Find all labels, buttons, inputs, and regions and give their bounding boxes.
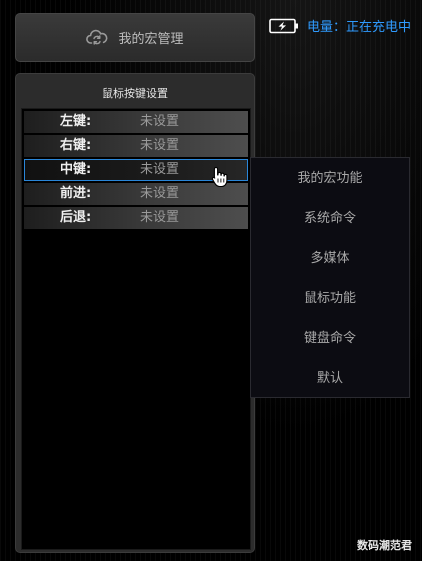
menu-item-mouse-functions[interactable]: 鼠标功能 <box>251 279 409 319</box>
menu-item-system-commands[interactable]: 系统命令 <box>251 199 409 239</box>
key-name: 前进: <box>60 186 92 201</box>
key-row-right-button[interactable]: 右键: 未设置 <box>24 135 248 157</box>
menu-item-default[interactable]: 默认 <box>251 359 409 399</box>
key-function-menu: 我的宏功能 系统命令 多媒体 鼠标功能 键盘命令 默认 <box>250 157 410 398</box>
my-macro-management-button[interactable]: 我的宏管理 <box>15 13 255 62</box>
key-name: 中键: <box>60 162 92 177</box>
key-value: 未设置 <box>140 138 180 153</box>
key-row-left-button[interactable]: 左键: 未设置 <box>24 111 248 133</box>
hand-pointer-icon <box>211 166 229 188</box>
key-name: 右键: <box>60 138 92 153</box>
menu-item-my-macro-functions[interactable]: 我的宏功能 <box>251 159 409 199</box>
key-value: 未设置 <box>140 162 180 177</box>
panel-title: 鼠标按键设置 <box>102 87 168 100</box>
battery-status-text: 电量：正在充电中 <box>307 20 412 35</box>
key-value: 未设置 <box>140 114 180 129</box>
watermark: 数码潮范君 <box>357 539 412 552</box>
menu-item-keyboard-commands[interactable]: 键盘命令 <box>251 319 409 359</box>
key-value: 未设置 <box>140 210 180 225</box>
battery-charging-icon <box>269 18 299 34</box>
key-name: 后退: <box>60 210 92 225</box>
menu-item-multimedia[interactable]: 多媒体 <box>251 239 409 279</box>
battery-status: 电量：正在充电中 <box>269 16 411 35</box>
macro-button-label: 我的宏管理 <box>118 32 184 47</box>
mouse-key-settings-panel: 鼠标按键设置 左键: 未设置 右键: 未设置 中键: 未设置 前进: 未设置 后… <box>15 73 255 553</box>
key-name: 左键: <box>60 114 92 129</box>
key-value: 未设置 <box>140 186 180 201</box>
cloud-sync-icon <box>86 29 108 47</box>
key-row-back-button[interactable]: 后退: 未设置 <box>24 207 248 229</box>
